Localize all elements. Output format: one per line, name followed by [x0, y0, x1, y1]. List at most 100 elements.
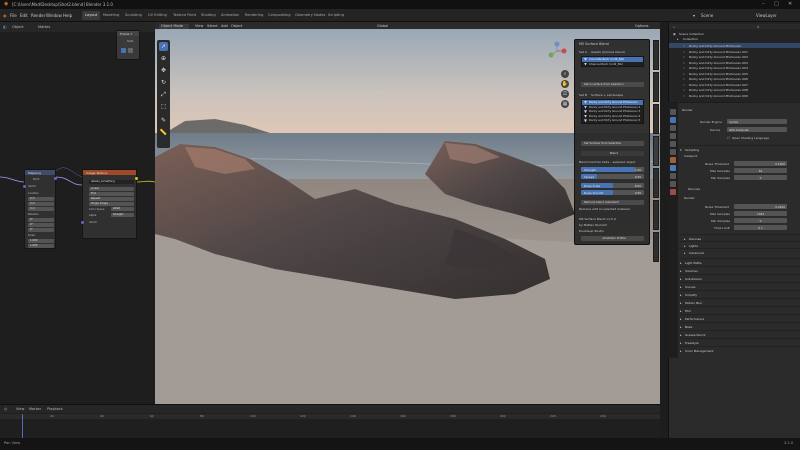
measure-tool-icon[interactable]: 📏: [159, 128, 168, 137]
location-x-field[interactable]: 0 m: [28, 197, 54, 201]
color-management-section[interactable]: ▸ Color Management: [678, 346, 800, 353]
tab-layout[interactable]: Layout: [82, 11, 101, 20]
tab-compositing[interactable]: Compositing: [265, 11, 294, 20]
set-surface-from-selection-button[interactable]: Set Surface from Selection: [581, 141, 644, 146]
timeline-menu-view[interactable]: View: [16, 407, 24, 411]
image-texture-node[interactable]: Image Texture albedo_something Linear Fl…: [81, 169, 138, 239]
mapping-input-socket[interactable]: [23, 185, 26, 188]
tab-uv-editing[interactable]: UV Editing: [145, 11, 170, 20]
curves-section[interactable]: ▸ Curves: [678, 282, 800, 289]
material-tab-icon[interactable]: [670, 189, 676, 195]
timeline-menu-playback[interactable]: Playback: [47, 407, 63, 411]
spread-slider[interactable]: Spread 0.25: [581, 174, 644, 179]
tab-modeling[interactable]: Modeling: [100, 11, 122, 20]
collection-row[interactable]: ▸ Collection: [669, 36, 800, 41]
mapping-node[interactable]: Mapping Point Vector Location 0 m 0 m 0 …: [23, 169, 57, 249]
color-space-select[interactable]: sRGB: [111, 207, 134, 211]
bake-section[interactable]: ▸ Bake: [678, 322, 800, 329]
maximize-icon[interactable]: □: [774, 1, 779, 7]
tab-tool[interactable]: [653, 72, 659, 102]
render-subsection[interactable]: Render: [684, 196, 695, 200]
tool-tab-icon[interactable]: [670, 109, 676, 115]
interpolation-select[interactable]: Linear: [89, 187, 134, 191]
simplify-section[interactable]: ▸ Simplify: [678, 290, 800, 297]
tab-animation[interactable]: Animation: [218, 11, 242, 20]
frame-ruler[interactable]: 20 40 60 80 100 120 140 160 180 200 220 …: [0, 414, 660, 419]
scene-icon[interactable]: ▾: [693, 13, 695, 18]
camera-view-icon[interactable]: ⎚: [561, 90, 569, 98]
scale-y-field[interactable]: 1.000: [28, 244, 54, 248]
tab-shading[interactable]: Shading: [198, 11, 219, 20]
subdivision-section[interactable]: ▸ Subdivision: [678, 274, 800, 281]
list-item[interactable]: Rocky and Dirty Ground Photoscan 5: [582, 118, 643, 123]
light-paths-section[interactable]: ▸ Light Paths: [678, 258, 800, 265]
remove-blend-button[interactable]: Remove blend (selected): [581, 200, 644, 205]
close-icon[interactable]: ✕: [788, 1, 792, 7]
blender-menu-icon[interactable]: ◉: [3, 13, 7, 18]
viewport-subsection[interactable]: Viewport: [684, 154, 697, 158]
particles-tab-icon[interactable]: [670, 173, 676, 179]
rotation-z-field[interactable]: 0°: [28, 228, 54, 232]
move-tool-icon[interactable]: ✥: [159, 66, 168, 75]
scale-x-field[interactable]: 1.000: [28, 239, 54, 243]
outliner[interactable]: ⌕ ▽ ▣ Scene Collection ▸ Collection ▿ Rocky …: [668, 22, 800, 102]
pan-icon[interactable]: ✋: [561, 80, 569, 88]
modifier-tab-icon[interactable]: [670, 165, 676, 171]
set-a-from-selection-button[interactable]: Set A surface from selection: [581, 82, 644, 87]
scene-selector[interactable]: Scene: [701, 13, 713, 18]
blend-header[interactable]: Blend: [581, 151, 644, 156]
rotation-y-field[interactable]: 0°: [28, 223, 54, 227]
tab-rendering[interactable]: Rendering: [242, 11, 266, 20]
physics-tab-icon[interactable]: [670, 181, 676, 187]
timeline[interactable]: ◷ View Marker Playback 20 40 60 80 100 1…: [0, 404, 660, 439]
image-vector-socket[interactable]: [81, 221, 84, 224]
alpha-select[interactable]: Straight: [111, 213, 134, 217]
object-tab-icon[interactable]: [670, 157, 676, 163]
menu-window[interactable]: Window: [46, 13, 62, 18]
menu-edit[interactable]: Edit: [20, 13, 28, 18]
menu-help[interactable]: Help: [63, 13, 72, 18]
location-y-field[interactable]: 0 m: [28, 202, 54, 206]
minimize-icon[interactable]: –: [762, 1, 765, 7]
world-tab-icon[interactable]: [670, 149, 676, 155]
grease-pencil-section[interactable]: ▸ Grease Pencil: [678, 330, 800, 337]
rotate-tool-icon[interactable]: ↻: [159, 78, 168, 87]
source-select[interactable]: Single Image: [89, 202, 134, 206]
annotate-tool-icon[interactable]: ✎: [159, 116, 168, 125]
tab-scripting[interactable]: Scripting: [325, 11, 347, 20]
tab-geometry-nodes[interactable]: Geometry Nodes: [292, 11, 328, 20]
outliner-filter-button[interactable]: ▽: [757, 25, 759, 29]
projection-select[interactable]: Flat: [89, 192, 134, 196]
image-color-socket[interactable]: [135, 177, 138, 180]
noise-scale-slider[interactable]: Noise Scale 8.00: [581, 183, 644, 188]
viewport-denoise-subsection[interactable]: Denoise: [688, 187, 700, 191]
timeline-editor-icon[interactable]: ◷: [4, 407, 7, 411]
max-samples-field[interactable]: 64: [734, 168, 787, 173]
menu-file[interactable]: File: [10, 13, 17, 18]
osl-checkbox[interactable]: ☐: [727, 136, 730, 140]
tab-view[interactable]: [653, 104, 659, 134]
tab-extra-2[interactable]: [653, 200, 659, 230]
advanced-section[interactable]: ▸ Advanced: [678, 248, 800, 255]
lights-section[interactable]: ▸ Lights: [678, 241, 800, 248]
select-tool-icon[interactable]: ➚: [159, 42, 168, 51]
noise-threshold-field[interactable]: 0.1000: [734, 161, 787, 166]
view-layer-tab-icon[interactable]: [670, 133, 676, 139]
image-file-field[interactable]: albedo_something: [89, 180, 134, 184]
scale-tool-icon[interactable]: ⤢: [159, 90, 168, 99]
render-tab-icon[interactable]: [670, 117, 676, 123]
time-limit-field[interactable]: 0 s: [734, 225, 787, 230]
transform-tool-icon[interactable]: ⬚: [159, 102, 168, 111]
scene-tab-icon[interactable]: [670, 141, 676, 147]
tab-ms-blend[interactable]: [653, 136, 659, 166]
options-button[interactable]: Options: [635, 24, 649, 28]
device-select[interactable]: GPU Compute: [727, 127, 787, 132]
noise-smooth-slider[interactable]: Noise Smooth 0.50: [581, 190, 644, 195]
tab-texture-paint[interactable]: Texture Paint: [170, 11, 199, 20]
viewport-menu-select[interactable]: Select: [207, 24, 218, 28]
playhead[interactable]: [22, 414, 23, 439]
denoise-section[interactable]: ▸ Denoise: [678, 234, 800, 241]
render-engine-select[interactable]: Cycles: [727, 119, 787, 124]
film-section[interactable]: ▸ Film: [678, 306, 800, 313]
location-z-field[interactable]: 0 m: [28, 207, 54, 211]
